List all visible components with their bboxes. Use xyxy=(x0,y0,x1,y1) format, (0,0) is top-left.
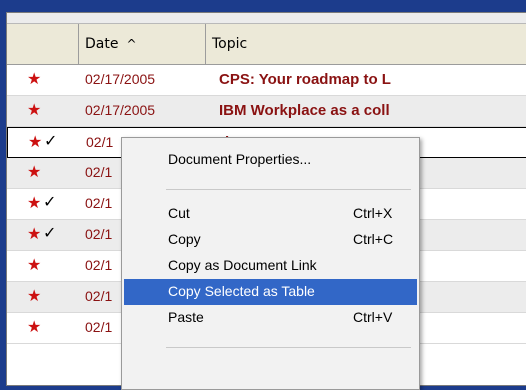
unread-star-icon: ★ xyxy=(27,255,42,274)
column-header: Date ^ Topic xyxy=(7,24,526,65)
unread-star-icon: ★ xyxy=(27,224,42,243)
unread-star-icon: ★ xyxy=(27,286,42,305)
menu-item-label: Cut xyxy=(168,205,190,221)
menu-item-document-properties[interactable]: Document Properties... xyxy=(124,147,417,173)
menu-item-copy[interactable]: Copy Ctrl+C xyxy=(124,227,417,253)
menu-item-copy-selected-as-table[interactable]: Copy Selected as Table xyxy=(124,279,417,305)
menu-item-paste[interactable]: Paste Ctrl+V xyxy=(124,305,417,331)
menu-item-label: Copy Selected as Table xyxy=(168,283,315,299)
menu-item-cut[interactable]: Cut Ctrl+X xyxy=(124,201,417,227)
date-header-label: Date xyxy=(85,36,119,52)
row-date: 02/1 xyxy=(85,257,113,273)
row-date: 02/17/2005 xyxy=(85,102,156,118)
row-date: 02/1 xyxy=(85,195,113,211)
context-menu: Document Properties... Cut Ctrl+X Copy C… xyxy=(121,137,420,390)
row-date: 02/1 xyxy=(85,226,113,242)
table-row[interactable]: ★ 02/17/2005 CPS: Your roadmap to L xyxy=(7,65,526,96)
row-topic: CPS: Your roadmap to L xyxy=(219,71,391,88)
unread-star-icon: ★ xyxy=(27,317,42,336)
menu-item-copy-as-document-link[interactable]: Copy as Document Link xyxy=(124,253,417,279)
topic-header-label: Topic xyxy=(212,36,248,52)
menu-item-shortcut: Ctrl+V xyxy=(353,309,393,325)
menu-item-shortcut: Ctrl+X xyxy=(353,205,393,221)
checkmark-icon[interactable]: ✓ xyxy=(43,223,56,242)
sort-ascending-icon: ^ xyxy=(126,37,137,51)
checkmark-icon[interactable]: ✓ xyxy=(44,131,57,150)
menu-item-shortcut: Ctrl+C xyxy=(353,231,394,247)
row-topic: IBM Workplace as a coll xyxy=(219,102,390,119)
row-date: 02/1 xyxy=(86,134,114,150)
unread-star-icon: ★ xyxy=(27,162,42,181)
unread-star-icon: ★ xyxy=(27,100,42,119)
row-date: 02/1 xyxy=(85,288,113,304)
menu-separator xyxy=(166,347,411,348)
unread-star-icon: ★ xyxy=(27,69,42,88)
date-column-header[interactable]: Date ^ xyxy=(79,24,206,64)
row-date: 02/1 xyxy=(85,319,113,335)
row-date: 02/1 xyxy=(85,164,113,180)
menu-item-label: Copy xyxy=(168,231,201,247)
menu-separator xyxy=(166,189,411,190)
menu-item-label: Document Properties... xyxy=(168,151,312,167)
menu-item-label: Paste xyxy=(168,309,204,325)
icon-column-header[interactable] xyxy=(7,24,79,64)
menu-item-label: Copy as Document Link xyxy=(168,257,317,273)
unread-star-icon: ★ xyxy=(28,132,43,151)
view-top-strip xyxy=(7,13,526,24)
table-row[interactable]: ★ 02/17/2005 IBM Workplace as a coll xyxy=(7,96,526,127)
topic-column-header[interactable]: Topic xyxy=(206,24,526,64)
checkmark-icon[interactable]: ✓ xyxy=(43,192,56,211)
row-date: 02/17/2005 xyxy=(85,71,156,87)
unread-star-icon: ★ xyxy=(27,193,42,212)
